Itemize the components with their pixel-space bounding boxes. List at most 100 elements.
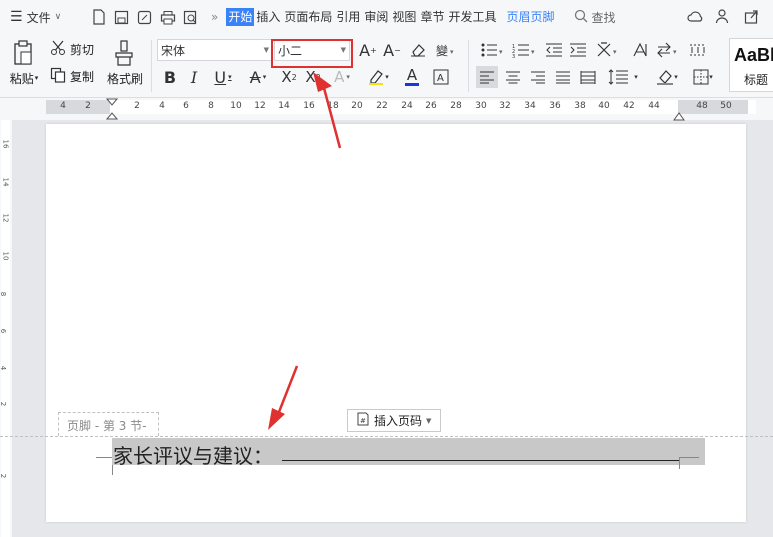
ruler-tick: 24: [401, 101, 413, 111]
ruler-tick: 32: [499, 101, 511, 111]
vruler-tick: 2: [0, 473, 8, 479]
ruler-tick: 28: [450, 101, 462, 111]
justify-icon[interactable]: [552, 66, 574, 88]
quick-access-toolbar: »: [84, 9, 218, 26]
tab-review[interactable]: 审阅: [362, 8, 390, 26]
print-icon[interactable]: [159, 9, 176, 26]
format-painter-label[interactable]: 格式刷: [104, 70, 146, 86]
print-preview-icon[interactable]: [182, 9, 199, 26]
ruler-tick: 40: [598, 101, 610, 111]
divider: [151, 40, 152, 92]
ruler-tick: 18: [327, 101, 339, 111]
vruler-tick: 8: [0, 291, 8, 297]
paste-button[interactable]: 粘贴 ▾: [6, 70, 42, 86]
copy-icon: [50, 67, 66, 86]
ruler-tick: 6: [183, 101, 189, 111]
ruler-tick: 10: [230, 101, 242, 111]
chinese-layout-icon[interactable]: ▾: [594, 40, 622, 60]
numbered-list-icon[interactable]: 1 2 3 ▾: [510, 40, 538, 60]
tab-insert[interactable]: 插入: [254, 8, 282, 26]
new-document-icon[interactable]: [90, 9, 107, 26]
file-menu[interactable]: ☰ 文件 ∨: [0, 9, 84, 26]
clear-format-icon[interactable]: [408, 40, 428, 60]
save-icon[interactable]: [113, 9, 130, 26]
text-effect-icon[interactable]: A ▾: [328, 67, 356, 87]
copy-button[interactable]: 复制: [50, 67, 94, 85]
tab-references[interactable]: 引用: [334, 8, 362, 26]
svg-text:3: 3: [512, 54, 515, 58]
svg-text:▾: ▾: [450, 48, 454, 56]
vruler-tick: 2: [0, 401, 8, 407]
chevron-down-icon: ∨: [54, 12, 62, 22]
tab-home[interactable]: 开始: [226, 8, 255, 26]
share-icon[interactable]: [743, 8, 759, 24]
insert-page-number-button[interactable]: # 插入页码 ▼: [347, 409, 441, 432]
tab-page-layout[interactable]: 页面布局: [282, 8, 334, 26]
bold-icon[interactable]: B: [160, 67, 180, 87]
paste-icon[interactable]: [10, 38, 36, 68]
sort-icon[interactable]: ▾: [654, 40, 682, 60]
ruler-tick: 30: [475, 101, 487, 111]
cut-label: 剪切: [70, 42, 95, 57]
file-menu-label: 文件: [26, 10, 51, 25]
highlight-icon[interactable]: ▾: [363, 67, 393, 87]
subscript-icon[interactable]: X2: [303, 67, 323, 87]
tab-sections[interactable]: 章节: [418, 8, 446, 26]
svg-text:#: #: [360, 417, 366, 425]
increase-indent-icon[interactable]: [568, 40, 588, 60]
search-box[interactable]: 查找: [574, 9, 616, 26]
ruler-tick: 22: [376, 101, 388, 111]
style-label: 标题: [744, 73, 769, 87]
show-marks-icon[interactable]: [688, 40, 708, 60]
crop-mark: [96, 457, 112, 458]
phonetic-guide-icon[interactable]: 變 ▾: [432, 40, 460, 60]
ruler-tick: 34: [524, 101, 536, 111]
align-right-icon[interactable]: [527, 66, 549, 88]
borders-icon[interactable]: ▾: [688, 66, 718, 88]
tab-view[interactable]: 视图: [390, 8, 418, 26]
export-pdf-icon[interactable]: [136, 9, 153, 26]
footer-content[interactable]: 家长评议与建议：: [112, 438, 705, 468]
shading-icon[interactable]: ▾: [652, 66, 682, 88]
font-grow-icon[interactable]: A +: [358, 40, 378, 60]
ruler-tick: 12: [254, 101, 266, 111]
caret-down-icon: ▼: [426, 416, 432, 425]
align-left-icon[interactable]: [476, 66, 498, 88]
font-name-select[interactable]: 宋体 ▼: [157, 39, 273, 61]
line-spacing-icon[interactable]: ▾: [608, 66, 638, 88]
text-direction-icon[interactable]: [630, 40, 650, 60]
cut-button[interactable]: 剪切: [50, 40, 94, 58]
strikethrough-icon[interactable]: A ▾: [243, 67, 273, 87]
superscript-icon[interactable]: X2: [279, 67, 299, 87]
annotation-highlight-box: [271, 39, 353, 68]
tab-header-footer[interactable]: 页眉页脚: [504, 8, 556, 26]
align-center-icon[interactable]: [502, 66, 524, 88]
tab-developer[interactable]: 开发工具: [446, 8, 498, 26]
crop-mark: [679, 457, 699, 458]
distributed-align-icon[interactable]: [577, 66, 599, 88]
style-gallery-heading[interactable]: AaBl 标题: [729, 38, 773, 92]
ruler-tick: 50: [720, 101, 732, 111]
svg-text:▾: ▾: [531, 48, 535, 56]
font-shrink-icon[interactable]: A −: [382, 40, 402, 60]
right-indent-marker-icon[interactable]: [673, 110, 685, 124]
more-icon[interactable]: »: [211, 10, 218, 24]
vruler-tick: 10: [1, 251, 10, 261]
divider: [468, 40, 469, 92]
indent-marker-icon[interactable]: [105, 98, 119, 123]
bullet-list-icon[interactable]: ▾: [478, 40, 506, 60]
decrease-indent-icon[interactable]: [544, 40, 564, 60]
font-color-icon[interactable]: A: [398, 67, 426, 87]
char-border-icon[interactable]: A: [432, 68, 450, 86]
ruler-tick: 4: [60, 101, 66, 111]
cloud-sync-icon[interactable]: [687, 8, 703, 24]
share-user-icon[interactable]: [715, 8, 731, 24]
vertical-ruler[interactable]: 16 14 12 10 8 6 4 2 2: [0, 120, 12, 537]
menu-bar: ☰ 文件 ∨ » 开始 插入 页面布局 引用 审阅 视图 章节 开发工具 页眉页…: [0, 0, 773, 34]
format-painter-icon[interactable]: [112, 39, 136, 67]
horizontal-ruler[interactable]: 4 2 2 4 6 8 10 12 14 16 18 20 22 24 26 28 30 32 34 36 38 40 42…: [0, 98, 773, 123]
crop-mark: [679, 457, 680, 469]
svg-text:▾: ▾: [613, 48, 617, 56]
underline-icon[interactable]: U ▾: [208, 67, 238, 87]
italic-icon[interactable]: I: [184, 67, 204, 87]
